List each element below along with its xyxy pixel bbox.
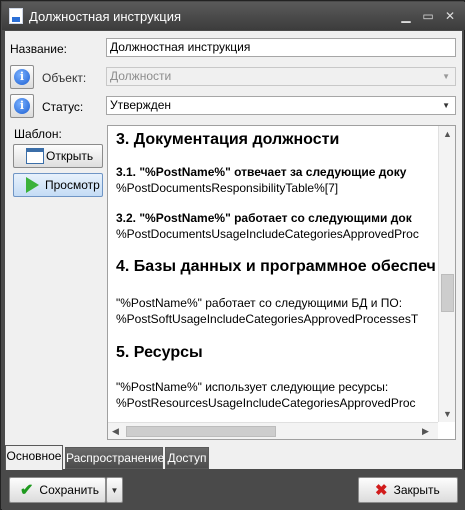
chevron-down-icon: ▼: [442, 72, 450, 81]
chevron-down-icon: ▼: [110, 485, 119, 495]
scroll-right-icon[interactable]: ▶: [422, 426, 429, 437]
save-button[interactable]: ✔ Сохранить: [9, 477, 106, 503]
window-title: Должностная инструкция: [29, 8, 182, 24]
maximize-icon[interactable]: ▭: [418, 6, 438, 26]
horizontal-scrollbar[interactable]: ◀ ▶: [108, 422, 438, 439]
checkmark-icon: ✔: [20, 482, 34, 499]
save-label: Сохранить: [39, 483, 100, 497]
chevron-down-icon: ▼: [442, 101, 450, 110]
paragraph: %PostSoftUsageIncludeCategoriesApprovedP…: [116, 312, 419, 326]
info-icon: i: [14, 98, 30, 114]
document-window: Должностная инструкция ▁ ▭ ✕ Название: Д…: [0, 0, 465, 510]
template-editor[interactable]: 3. Документация должности 3.1. "%PostNam…: [107, 125, 456, 440]
name-field[interactable]: Должностная инструкция: [106, 38, 456, 57]
vertical-scroll-thumb[interactable]: [441, 274, 454, 312]
document-icon: [9, 8, 23, 24]
minimize-icon[interactable]: ▁: [396, 6, 416, 26]
play-icon: [26, 177, 39, 193]
status-select[interactable]: Утвержден ▼: [106, 96, 456, 115]
close-button[interactable]: ✖ Закрыть: [358, 477, 458, 503]
template-label: Шаблон:: [14, 127, 62, 141]
open-template-label: Открыть: [46, 149, 94, 163]
status-label: Статус:: [42, 100, 84, 114]
paragraph: %PostDocumentsUsageIncludeCategoriesAppr…: [116, 227, 419, 241]
paragraph: %PostDocumentsResponsibilityTable%[7]: [116, 181, 339, 195]
tab-access[interactable]: Доступ: [165, 447, 209, 469]
close-icon[interactable]: ✕: [440, 6, 460, 26]
object-label: Объект:: [42, 71, 87, 85]
tab-main[interactable]: Основное: [5, 445, 63, 470]
preview-template-label: Просмотр: [45, 178, 100, 192]
preview-template-button[interactable]: Просмотр: [13, 173, 103, 197]
status-info-button[interactable]: i: [10, 94, 34, 118]
section-heading: 5. Ресурсы: [116, 344, 203, 361]
title-bar[interactable]: Должностная инструкция ▁ ▭ ✕: [2, 2, 465, 30]
paragraph: %PostResourcesUsageIncludeCategoriesAppr…: [116, 396, 416, 410]
scroll-up-icon[interactable]: ▲: [443, 129, 452, 139]
close-x-icon: ✖: [375, 482, 388, 499]
open-template-button[interactable]: Открыть: [13, 144, 103, 168]
bottom-bar: ✔ Сохранить ▼ ✖ Закрыть: [2, 470, 465, 510]
paragraph: "%PostName%" работает со следующими БД и…: [116, 296, 403, 310]
paragraph-bold: 3.2. "%PostName%" работает со следующими…: [116, 211, 412, 225]
close-label: Закрыть: [393, 483, 440, 497]
main-panel: Название: Должностная инструкция i Объек…: [5, 31, 462, 469]
document-content[interactable]: 3. Документация должности 3.1. "%PostNam…: [116, 126, 438, 422]
horizontal-scroll-thumb[interactable]: [126, 426, 276, 437]
open-window-icon: [26, 148, 44, 164]
vertical-scrollbar[interactable]: ▲ ▼: [438, 126, 455, 422]
status-select-value: Утвержден: [110, 98, 172, 112]
tab-distribution[interactable]: Распространение: [65, 447, 164, 469]
scroll-left-icon[interactable]: ◀: [112, 426, 119, 437]
save-options-button[interactable]: ▼: [106, 477, 123, 503]
info-icon: i: [14, 69, 30, 85]
paragraph: "%PostName%" использует следующие ресурс…: [116, 380, 389, 394]
section-heading: 3. Документация должности: [116, 131, 340, 148]
name-label: Название:: [10, 42, 67, 56]
scroll-down-icon[interactable]: ▼: [443, 409, 452, 419]
section-heading: 4. Базы данных и программное обеспеч: [116, 258, 436, 275]
paragraph-bold: 3.1. "%PostName%" отвечает за следующие …: [116, 165, 407, 179]
object-select-value: Должности: [110, 69, 172, 83]
object-info-button[interactable]: i: [10, 65, 34, 89]
object-select[interactable]: Должности ▼: [106, 67, 456, 86]
